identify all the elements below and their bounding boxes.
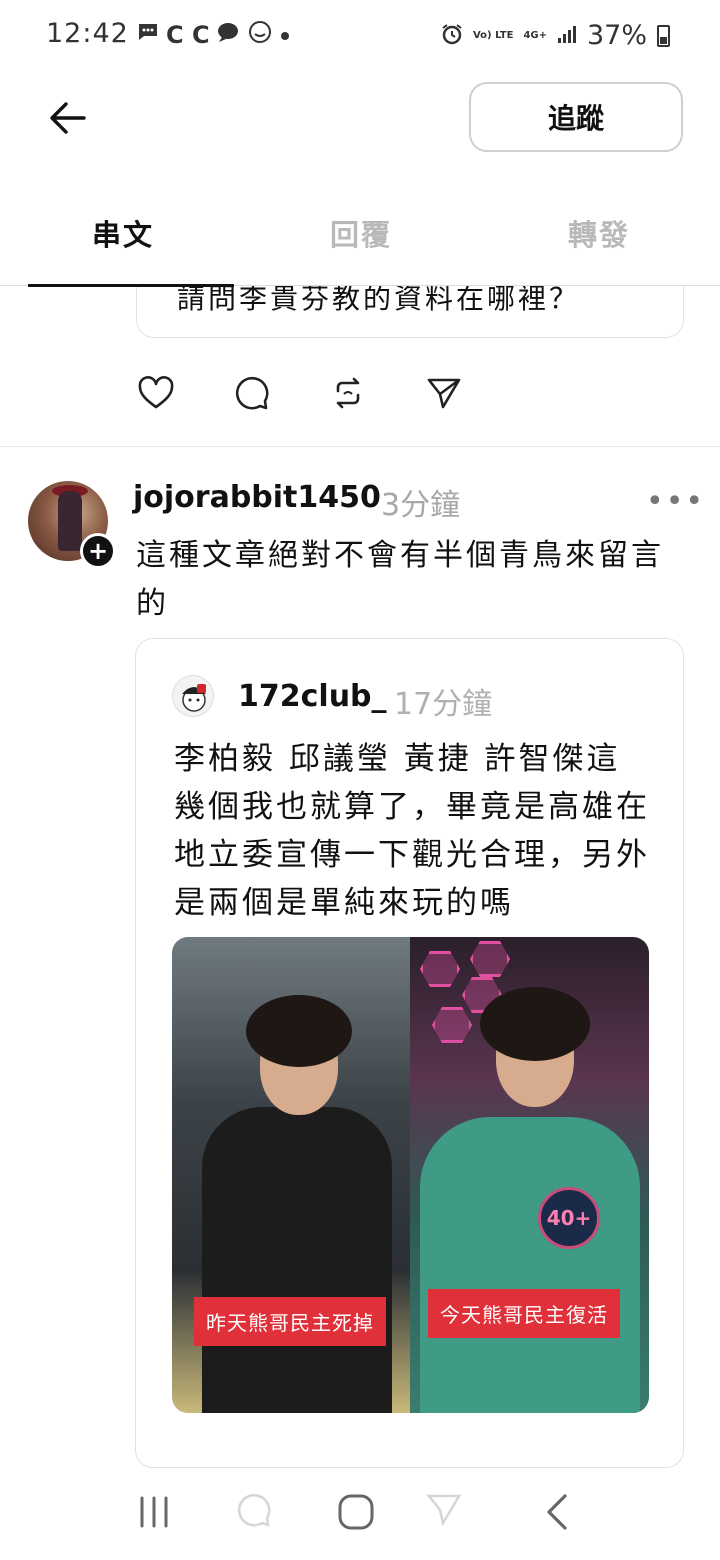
profile-header: 追蹤 串文 回覆 轉發 xyxy=(0,72,720,287)
avatar-figure xyxy=(58,491,82,551)
arrow-left-icon xyxy=(50,102,86,134)
system-nav-bar xyxy=(0,1462,720,1560)
profile-tabs: 串文 回覆 轉發 xyxy=(0,196,720,287)
quoted-post-card[interactable]: 172club_ 17分鐘 李柏毅 邱議瑩 黃捷 許智傑這幾個我也就算了，畢竟是… xyxy=(135,638,684,1468)
post-time: 3分鐘 xyxy=(381,488,461,523)
status-time: 12:42 xyxy=(46,18,129,49)
signal-icon xyxy=(557,24,577,48)
status-bar: 12:42 C C Vo) LTE 4G+ 37% xyxy=(0,0,720,72)
notification-icons: C C xyxy=(136,20,292,50)
reply-button[interactable] xyxy=(234,372,330,414)
post-username[interactable]: jojorabbit1450 xyxy=(133,480,381,515)
quoted-text: 李柏毅 邱議瑩 黃捷 許智傑這幾個我也就算了，畢竟是高雄在地立委宣傳一下觀光合理… xyxy=(174,741,650,921)
notification-letters: C C xyxy=(166,21,210,49)
hex-decoration xyxy=(470,941,510,977)
volte-indicator: Vo) LTE xyxy=(472,30,514,41)
repost-button[interactable] xyxy=(330,372,426,414)
recent-apps-button[interactable] xyxy=(124,1482,184,1542)
hex-decoration xyxy=(420,951,460,987)
person-hair xyxy=(480,987,590,1061)
follow-button[interactable]: 追蹤 xyxy=(469,82,683,152)
image-left-panel: 昨天熊哥民主死掉 xyxy=(172,937,410,1413)
post-actions xyxy=(138,372,522,414)
image-right-panel: 40+ 今天熊哥民主復活 xyxy=(410,937,649,1413)
chat-icon xyxy=(136,20,160,50)
battery-icon xyxy=(657,24,670,47)
image-caption-right: 今天熊哥民主復活 xyxy=(428,1289,620,1338)
home-button[interactable] xyxy=(326,1482,386,1542)
share-button[interactable] xyxy=(426,372,522,414)
dot-icon xyxy=(278,21,292,49)
battery-percent: 37% xyxy=(586,20,647,51)
more-options-button[interactable]: ••• xyxy=(646,484,705,519)
home-icon xyxy=(338,1494,374,1530)
sign-text: 40+ xyxy=(546,1206,592,1230)
back-button[interactable] xyxy=(44,94,92,142)
quoted-time: 17分鐘 xyxy=(394,687,493,722)
person-hair xyxy=(246,995,352,1067)
message-icon xyxy=(216,20,242,50)
post-divider xyxy=(0,446,720,447)
emoji-icon xyxy=(248,20,272,50)
post-text: 這種文章絕對不會有半個青鳥來留言的 xyxy=(136,538,664,621)
tab-reposts[interactable]: 轉發 xyxy=(568,212,630,254)
like-button[interactable] xyxy=(138,372,234,414)
tab-threads[interactable]: 串文 xyxy=(92,212,154,254)
nav-back-button[interactable] xyxy=(528,1482,588,1542)
repost-icon xyxy=(336,377,360,409)
follow-plus-button[interactable]: + xyxy=(80,533,116,569)
heart-icon xyxy=(138,376,174,409)
active-tab-indicator xyxy=(28,284,234,287)
person-jacket xyxy=(420,1117,640,1413)
post-image[interactable]: 昨天熊哥民主死掉 40+ 今天熊哥民主復活 xyxy=(172,937,649,1413)
image-caption-left: 昨天熊哥民主死掉 xyxy=(194,1297,386,1346)
quoted-avatar[interactable] xyxy=(172,675,214,717)
network-type: 4G+ xyxy=(523,30,547,41)
status-right: Vo) LTE 4G+ 37% xyxy=(441,20,670,51)
tab-replies[interactable]: 回覆 xyxy=(330,212,392,254)
recent-apps-icon xyxy=(140,1496,168,1528)
person-body xyxy=(202,1107,392,1413)
send-icon xyxy=(427,378,461,409)
quoted-username[interactable]: 172club_ xyxy=(238,679,387,714)
comment-icon xyxy=(235,376,269,410)
hex-decoration xyxy=(432,1007,472,1043)
held-sign: 40+ xyxy=(538,1187,600,1249)
chevron-left-icon xyxy=(547,1494,567,1530)
alarm-icon xyxy=(441,23,463,49)
